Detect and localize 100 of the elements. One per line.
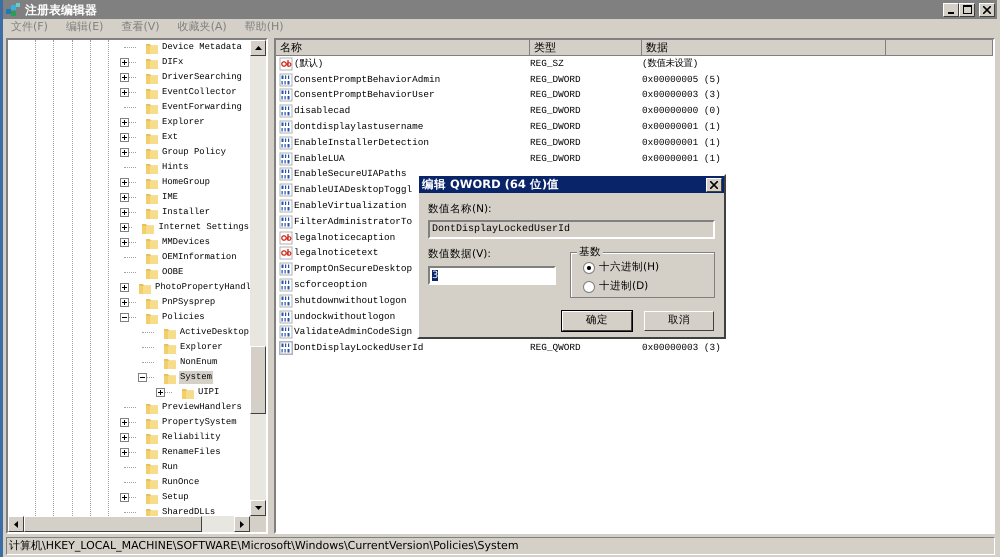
expand-icon[interactable]: [120, 73, 129, 82]
value-name[interactable]: EnableSecureUIAPaths: [294, 167, 407, 182]
expand-icon[interactable]: [120, 58, 129, 67]
right-arrow-icon[interactable]: [240, 520, 244, 528]
column-header[interactable]: [886, 40, 993, 56]
value-name[interactable]: disablecad: [294, 104, 350, 118]
expand-icon[interactable]: [120, 118, 129, 127]
value-name[interactable]: DontDisplayLockedUserId: [294, 341, 424, 356]
tree-item[interactable]: Setup: [161, 490, 190, 504]
tree-item[interactable]: EventCollector: [161, 86, 238, 100]
tree-item[interactable]: PnPSysprep: [161, 296, 216, 310]
value-type: REG_DWORD: [530, 136, 581, 148]
ok-button[interactable]: 确定: [562, 310, 632, 331]
value-name[interactable]: EnableUIADesktopToggl: [294, 183, 412, 198]
tree-item[interactable]: SharedDLLs: [161, 506, 216, 516]
minimize-button[interactable]: [943, 2, 959, 16]
tree-item[interactable]: Explorer: [179, 340, 224, 354]
value-name[interactable]: (默认): [294, 56, 324, 71]
value-name[interactable]: EnableInstallerDetection: [294, 136, 430, 150]
radio-button[interactable]: [583, 262, 595, 274]
value-type: REG_QWORD: [530, 342, 581, 354]
cancel-button[interactable]: 取消: [644, 310, 714, 331]
expand-icon[interactable]: [120, 148, 129, 157]
tree-item[interactable]: DIFx: [161, 56, 184, 70]
tree-item[interactable]: Hints: [161, 160, 190, 174]
tree-item[interactable]: System: [179, 370, 213, 384]
tree-item[interactable]: PhotoPropertyHandl: [154, 280, 250, 294]
status-bar: 计算机\HKEY_LOCAL_MACHINE\SOFTWARE\Microsoft\Windows\CurrentVersion\Policies\System: [6, 537, 995, 555]
value-name[interactable]: legalnoticetext: [294, 246, 378, 261]
tree-item[interactable]: Explorer: [161, 116, 206, 130]
tree-item[interactable]: OEMInformation: [161, 250, 238, 264]
value-name[interactable]: EnableLUA: [294, 152, 345, 166]
scroll-thumb[interactable]: [250, 346, 266, 414]
tree-item[interactable]: NonEnum: [179, 356, 218, 370]
tree-item[interactable]: Policies: [161, 310, 206, 324]
collapse-icon[interactable]: [138, 373, 147, 382]
tree-item[interactable]: RenameFiles: [161, 446, 222, 460]
value-name[interactable]: shutdownwithoutlogon: [294, 294, 407, 308]
value-name[interactable]: scforceoption: [294, 278, 368, 292]
tree-item[interactable]: Installer: [161, 206, 211, 220]
close-button[interactable]: [979, 2, 995, 16]
tree-item[interactable]: PropertySystem: [161, 416, 238, 430]
tree-item[interactable]: IME: [161, 190, 179, 204]
tree-item[interactable]: Reliability: [161, 430, 222, 444]
horizontal-scrollbar[interactable]: [8, 516, 266, 532]
expand-icon[interactable]: [120, 178, 129, 187]
expand-icon[interactable]: [120, 223, 129, 232]
tree-item[interactable]: DriverSearching: [161, 70, 243, 84]
expand-icon[interactable]: [120, 238, 129, 247]
registry-icon: [5, 2, 21, 18]
tree-item[interactable]: UIPI: [197, 386, 220, 400]
expand-icon[interactable]: [120, 433, 129, 442]
tree-item[interactable]: Group Policy: [161, 146, 227, 160]
left-arrow-icon[interactable]: [14, 520, 18, 528]
tree-item[interactable]: Run: [161, 460, 179, 474]
tree-item[interactable]: MMDevices: [161, 236, 211, 250]
value-name[interactable]: FilterAdministratorTo: [294, 214, 412, 229]
expand-icon[interactable]: [156, 388, 165, 397]
tree-item[interactable]: Device Metadata: [161, 40, 243, 54]
value-name[interactable]: PromptOnSecureDesktop: [294, 262, 412, 276]
value-type: REG_DWORD: [530, 152, 581, 164]
vertical-scrollbar[interactable]: [250, 40, 266, 516]
up-arrow-icon[interactable]: [254, 46, 262, 50]
expand-icon[interactable]: [120, 133, 129, 142]
tree-item[interactable]: Ext: [161, 130, 179, 144]
tree-item[interactable]: RunOnce: [161, 476, 200, 490]
scroll-thumb[interactable]: [24, 516, 202, 532]
collapse-icon[interactable]: [120, 313, 129, 322]
radio-label[interactable]: 十六进制(H): [599, 260, 660, 276]
tree-item[interactable]: Internet Settings: [157, 220, 250, 234]
tree-item[interactable]: ActiveDesktop: [178, 326, 250, 340]
value-name[interactable]: undockwithoutlogon: [294, 310, 396, 324]
value-data-field[interactable]: 3: [428, 266, 556, 284]
value-name[interactable]: EnableVirtualization: [294, 199, 407, 214]
expand-icon[interactable]: [120, 88, 129, 97]
maximize-button[interactable]: [959, 2, 975, 16]
tree-item[interactable]: PreviewHandlers: [161, 400, 243, 414]
close-button[interactable]: [706, 178, 722, 192]
expand-icon[interactable]: [120, 283, 129, 292]
radio-button[interactable]: [583, 281, 595, 294]
tree-item[interactable]: HomeGroup: [161, 176, 211, 190]
column-header[interactable]: 名称: [276, 40, 530, 56]
value-name[interactable]: ConsentPromptBehaviorAdmin: [294, 72, 440, 87]
expand-icon[interactable]: [120, 298, 129, 307]
expand-icon[interactable]: [120, 208, 129, 217]
value-name[interactable]: ValidateAdminCodeSign: [294, 325, 412, 340]
value-name[interactable]: ConsentPromptBehaviorUser: [294, 88, 435, 103]
value-data: 0x00000000 (0): [642, 105, 721, 116]
radio-label[interactable]: 十进制(D): [599, 279, 648, 296]
value-name[interactable]: dontdisplaylastusername: [294, 120, 424, 134]
expand-icon[interactable]: [120, 493, 129, 502]
tree-item[interactable]: EventForwarding: [161, 100, 243, 114]
column-header[interactable]: 类型: [530, 40, 642, 56]
tree-item[interactable]: OOBE: [161, 266, 184, 280]
expand-icon[interactable]: [120, 418, 129, 427]
expand-icon[interactable]: [120, 448, 129, 457]
column-header[interactable]: 数据: [642, 40, 886, 56]
down-arrow-icon[interactable]: [254, 506, 262, 510]
expand-icon[interactable]: [120, 193, 129, 202]
value-name[interactable]: legalnoticecaption: [294, 230, 396, 245]
